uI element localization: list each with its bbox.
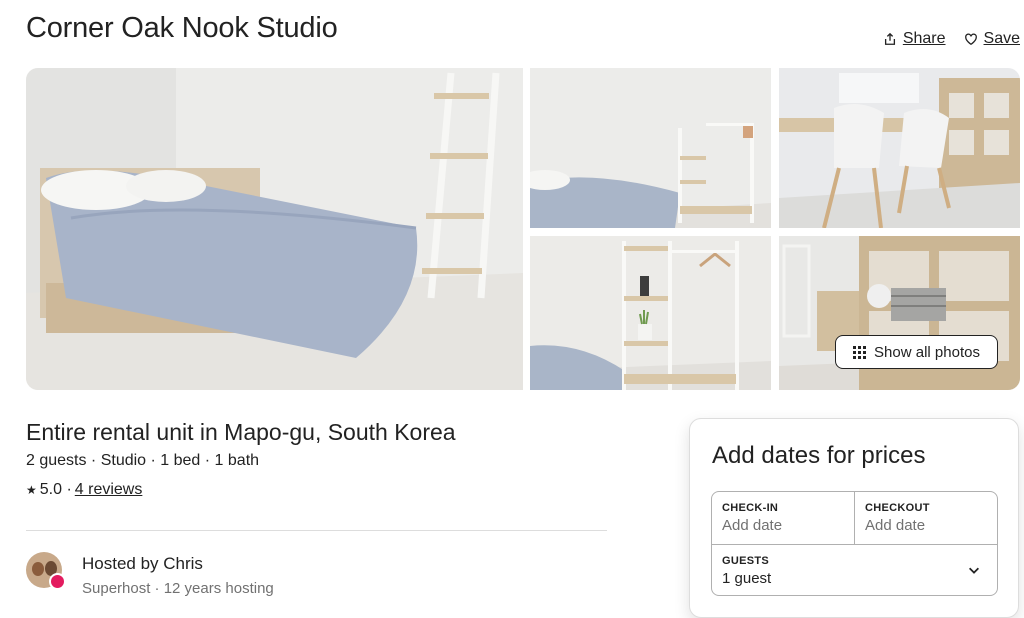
save-label: Save <box>983 30 1020 47</box>
save-button[interactable]: Save <box>964 30 1020 48</box>
booking-heading: Add dates for prices <box>712 442 926 469</box>
host-name: Hosted by Chris <box>82 554 203 573</box>
photo-desk-chairs[interactable] <box>779 68 1020 228</box>
share-icon <box>884 32 895 45</box>
reviews-link[interactable]: 4 reviews <box>75 481 143 499</box>
star-icon: ★ <box>26 483 37 497</box>
show-all-photos-button[interactable]: Show all photos <box>835 335 998 369</box>
photo-shelf-plant[interactable] <box>530 236 771 390</box>
checkin-label: CHECK-IN <box>722 502 779 514</box>
checkout-value: Add date <box>865 517 926 534</box>
checkin-field[interactable]: CHECK-IN Add date <box>712 492 855 544</box>
heart-icon <box>964 33 977 46</box>
photo-bedroom-main[interactable] <box>26 68 523 390</box>
listing-actions: Share Save <box>883 30 1020 48</box>
guests-select[interactable]: GUESTS 1 guest <box>712 544 997 595</box>
listing-meta: 2 guests · Studio · 1 bed · 1 bath <box>26 452 260 469</box>
share-button[interactable]: Share <box>883 30 946 48</box>
superhost-badge-icon <box>49 573 66 590</box>
booking-card: Add dates for prices CHECK-IN Add date C… <box>689 418 1019 618</box>
photo-bed-shelf[interactable] <box>530 68 771 228</box>
checkout-field[interactable]: CHECKOUT Add date <box>855 492 997 544</box>
rating-row: ★ 5.0 · 4 reviews <box>26 481 142 499</box>
rating-value: 5.0 · <box>39 481 72 498</box>
share-label: Share <box>902 30 946 47</box>
guests-value: 1 guest <box>722 570 772 587</box>
host-section: Hosted by Chris Superhost · 12 years hos… <box>26 552 274 597</box>
photo-gallery: Show all photos <box>26 68 1020 390</box>
checkin-value: Add date <box>722 517 783 534</box>
listing-title: Corner Oak Nook Studio <box>26 12 338 44</box>
checkout-label: CHECKOUT <box>865 502 930 514</box>
chevron-down-icon <box>969 567 979 574</box>
avatar[interactable] <box>26 552 66 590</box>
grid-icon <box>853 345 867 359</box>
guests-label: GUESTS <box>722 555 770 567</box>
show-all-label: Show all photos <box>874 343 980 361</box>
host-subtitle: Superhost · 12 years hosting <box>82 580 274 597</box>
date-guest-picker: CHECK-IN Add date CHECKOUT Add date GUES… <box>711 491 998 596</box>
listing-type-heading: Entire rental unit in Mapo-gu, South Kor… <box>26 419 456 445</box>
divider <box>26 530 607 531</box>
